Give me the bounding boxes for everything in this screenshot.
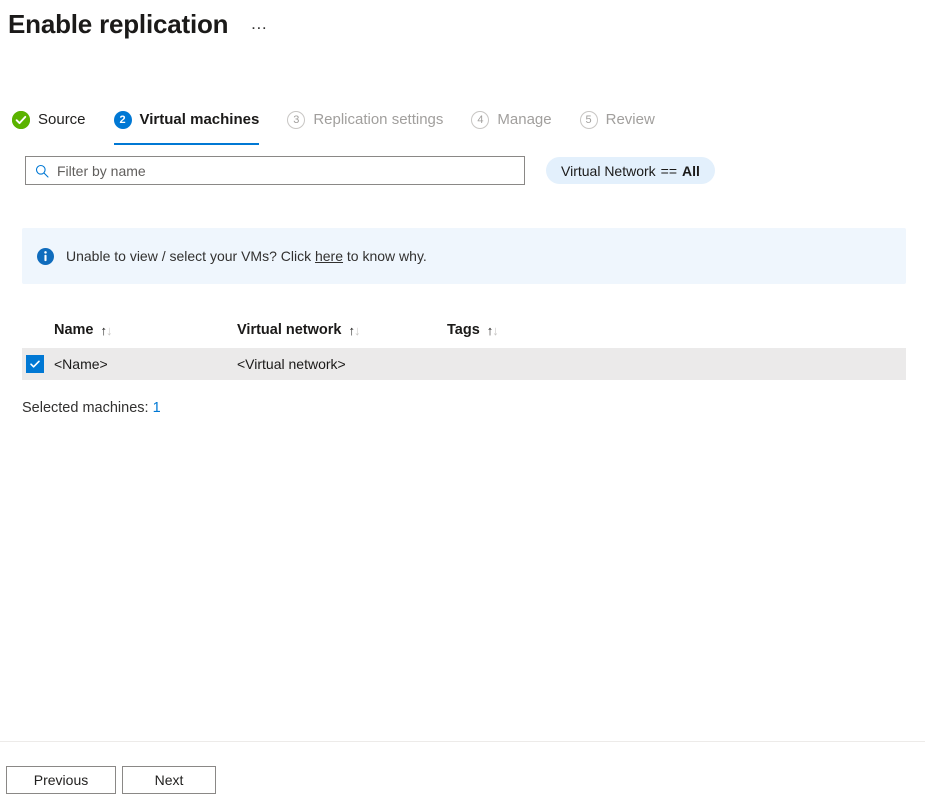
selected-machines-label: Selected machines: (22, 400, 153, 416)
search-icon (35, 164, 49, 178)
wizard-step-review[interactable]: 5 Review (580, 106, 655, 134)
wizard-step-virtual-machines[interactable]: 2 Virtual machines (114, 106, 260, 134)
wizard-step-label: Review (606, 110, 655, 130)
sort-arrows-icon: ↑↓ (348, 324, 360, 337)
column-header-virtual-network[interactable]: Virtual network ↑↓ (237, 322, 447, 338)
info-banner-link[interactable]: here (315, 248, 343, 264)
page-title: Enable replication (8, 8, 228, 40)
previous-button[interactable]: Previous (6, 766, 116, 794)
column-header-label: Virtual network (237, 322, 341, 338)
filter-pill-field: Virtual Network (561, 163, 656, 179)
step-number-badge: 3 (287, 111, 305, 129)
table-header-row: Name ↑↓ Virtual network ↑↓ Tags ↑↓ (22, 312, 906, 348)
sort-arrows-icon: ↑↓ (101, 324, 113, 337)
virtual-network-filter-pill[interactable]: Virtual Network == All (546, 157, 715, 184)
next-button[interactable]: Next (122, 766, 216, 794)
table-row[interactable]: <Name> <Virtual network> (22, 348, 906, 380)
info-text-before: Unable to view / select your VMs? Click (66, 248, 315, 264)
step-number-badge: 5 (580, 111, 598, 129)
column-header-name[interactable]: Name ↑↓ (22, 322, 237, 338)
filter-pill-value: All (682, 163, 700, 179)
wizard-step-replication-settings[interactable]: 3 Replication settings (287, 106, 443, 134)
selected-machines-count: 1 (153, 400, 161, 416)
row-checkbox-cell[interactable] (22, 355, 54, 373)
wizard-step-label: Replication settings (313, 110, 443, 130)
step-number-badge: 4 (471, 111, 489, 129)
cell-name: <Name> (54, 356, 237, 372)
step-number-badge: 2 (114, 111, 132, 129)
column-header-tags[interactable]: Tags ↑↓ (447, 322, 647, 338)
more-menu-icon[interactable]: … (250, 14, 268, 34)
selected-machines-summary: Selected machines: 1 (22, 398, 161, 418)
search-input[interactable] (57, 163, 497, 179)
wizard-footer: Previous Next (0, 742, 925, 796)
row-checkbox[interactable] (26, 355, 44, 373)
cell-virtual-network: <Virtual network> (237, 356, 447, 372)
filter-by-name-box[interactable] (25, 156, 525, 185)
page-header: Enable replication … (0, 0, 925, 56)
wizard-step-label: Source (38, 110, 86, 130)
sort-arrows-icon: ↑↓ (487, 324, 499, 337)
filter-toolbar: Virtual Network == All (0, 156, 925, 186)
virtual-machines-table: Name ↑↓ Virtual network ↑↓ Tags ↑↓ <Name… (22, 312, 906, 380)
filter-pill-operator: == (661, 163, 677, 179)
check-circle-icon (12, 111, 30, 129)
column-header-label: Name (54, 322, 94, 338)
info-icon (37, 248, 54, 265)
info-banner-text: Unable to view / select your VMs? Click … (66, 246, 427, 266)
wizard-step-label: Manage (497, 110, 551, 130)
wizard-step-label: Virtual machines (140, 110, 260, 130)
column-header-label: Tags (447, 322, 480, 338)
wizard-step-source[interactable]: Source (12, 106, 86, 134)
wizard-step-nav: Source 2 Virtual machines 3 Replication … (12, 106, 683, 144)
info-banner: Unable to view / select your VMs? Click … (22, 228, 906, 284)
info-text-after: to know why. (343, 248, 427, 264)
active-step-underline (114, 143, 260, 145)
wizard-step-manage[interactable]: 4 Manage (471, 106, 551, 134)
